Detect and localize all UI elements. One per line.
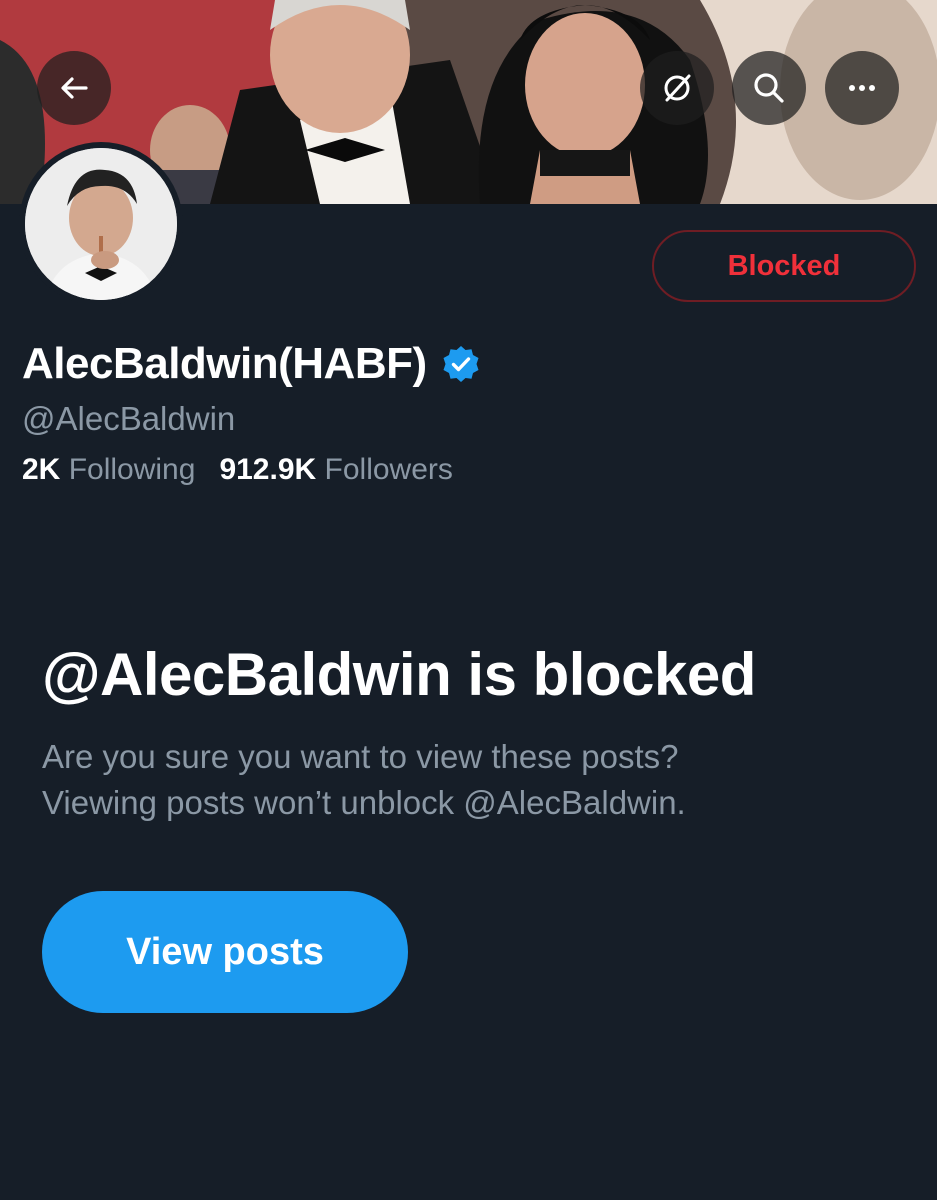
display-name: AlecBaldwin(HABF) bbox=[22, 339, 427, 388]
verified-badge-icon[interactable] bbox=[441, 344, 481, 384]
blocked-description-line1: Are you sure you want to view these post… bbox=[42, 738, 679, 775]
following-label: Following bbox=[68, 453, 196, 486]
search-button[interactable] bbox=[732, 51, 806, 125]
followers-count: 912.9K bbox=[219, 453, 317, 486]
view-posts-button[interactable]: View posts bbox=[42, 891, 408, 1013]
view-posts-label: View posts bbox=[126, 930, 324, 973]
grok-icon bbox=[664, 74, 691, 102]
following-count: 2K bbox=[22, 453, 61, 486]
more-button[interactable] bbox=[825, 51, 899, 125]
blocked-description: Are you sure you want to view these post… bbox=[42, 734, 902, 826]
blocked-description-line2: Viewing posts won’t unblock @AlecBaldwin… bbox=[42, 784, 686, 821]
blocked-button-label: Blocked bbox=[727, 249, 841, 282]
display-name-row: AlecBaldwin(HABF) bbox=[22, 334, 481, 394]
followers-link[interactable]: 912.9K Followers bbox=[219, 453, 452, 487]
search-icon bbox=[754, 73, 784, 103]
profile-avatar[interactable] bbox=[19, 142, 183, 306]
grok-button[interactable] bbox=[640, 51, 714, 125]
arrow-left-icon bbox=[61, 77, 88, 99]
follow-stats: 2K Following 912.9K Followers bbox=[22, 453, 453, 487]
followers-label: Followers bbox=[324, 453, 453, 486]
following-link[interactable]: 2K Following bbox=[22, 453, 195, 487]
more-horizontal-icon bbox=[849, 85, 875, 91]
avatar-photo bbox=[25, 148, 177, 300]
back-button[interactable] bbox=[37, 51, 111, 125]
profile-handle: @AlecBaldwin bbox=[22, 400, 236, 437]
blocked-button[interactable]: Blocked bbox=[652, 230, 916, 302]
blocked-title: @AlecBaldwin is blocked bbox=[42, 641, 756, 708]
